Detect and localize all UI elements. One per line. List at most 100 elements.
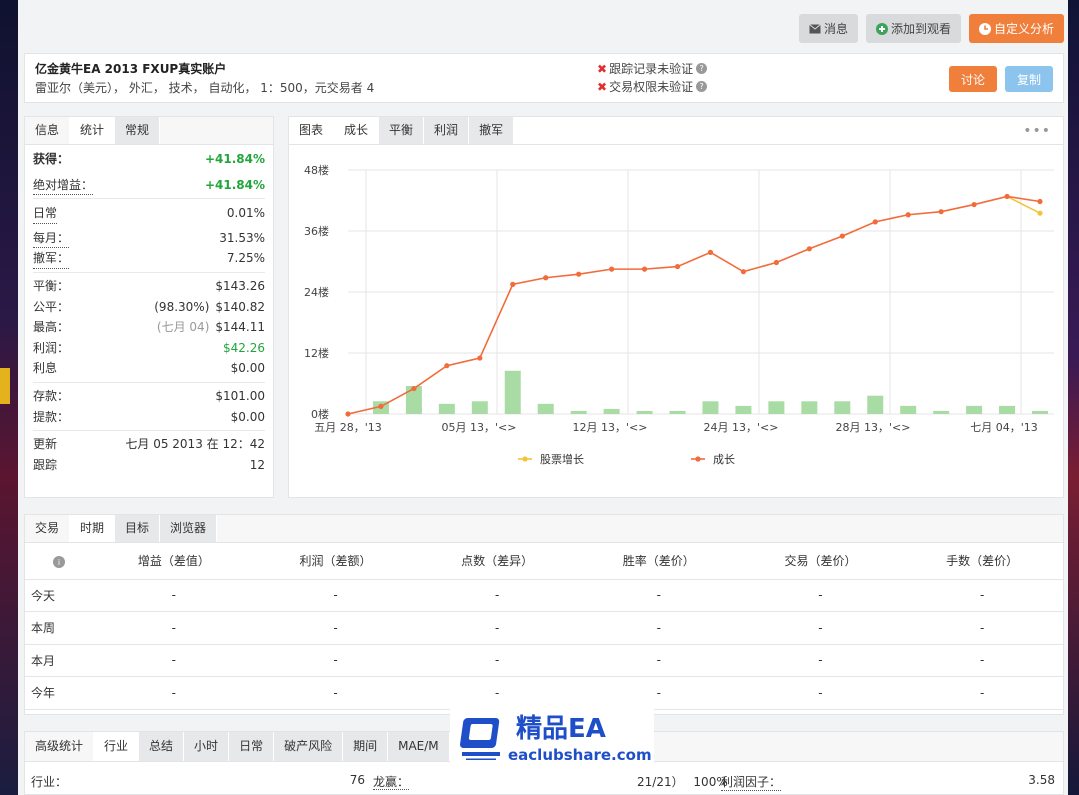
bar <box>438 403 455 414</box>
brand-logo <box>460 716 504 763</box>
cross-icon: ✖ <box>597 61 608 76</box>
bar <box>702 401 719 414</box>
profit-factor-value: 3.58 <box>1028 773 1055 787</box>
tab-trades[interactable]: 交易 <box>25 515 71 542</box>
period-panel: 交易 时期 目标 浏览器 i 增益（差值） 利润（差额） 点数（差异） 胜率（差… <box>24 514 1064 715</box>
table-cell: - <box>254 579 417 612</box>
x-tick-label: 28月 13，'<> <box>836 421 911 434</box>
tab-industry[interactable]: 行业 <box>94 732 140 761</box>
equity-percent: (98.30%) <box>154 299 210 314</box>
more-options-icon[interactable]: ••• <box>1023 123 1051 139</box>
tab-drawdown[interactable]: 撤军 <box>469 117 515 144</box>
data-point <box>1004 193 1010 200</box>
bar <box>735 405 752 414</box>
table-cell: - <box>901 676 1063 710</box>
tab-balance[interactable]: 平衡 <box>379 117 425 144</box>
data-point <box>576 271 582 277</box>
data-point <box>543 275 549 281</box>
row-label: 本月 <box>25 644 93 677</box>
envelope-icon <box>809 23 821 34</box>
tab-stats[interactable]: 统计 <box>70 117 116 144</box>
industry-value: 76 <box>349 773 365 787</box>
tab-general[interactable]: 常规 <box>115 117 161 144</box>
tab-profit[interactable]: 利润 <box>424 117 470 144</box>
bar <box>669 410 686 414</box>
tab-chart[interactable]: 图表 <box>289 117 335 144</box>
equity-label: 公平： <box>33 299 70 314</box>
table-cell: - <box>577 611 740 645</box>
gain-label: 获得： <box>33 152 70 166</box>
table-cell: - <box>416 579 578 612</box>
y-tick-label: 48楼 <box>304 163 329 177</box>
abs-gain-value: +41.84% <box>204 177 265 192</box>
bar <box>636 410 653 414</box>
data-point <box>378 403 384 409</box>
x-tick-label: 七月 04，'13 <box>970 421 1038 434</box>
data-point <box>707 249 714 255</box>
drawdown-label[interactable]: 撤军： <box>33 248 70 269</box>
custom-analysis-button[interactable]: 自定义分析 <box>968 14 1064 43</box>
data-point <box>510 281 516 287</box>
updated-value: 七月 05 2013 在 12：42 <box>125 437 265 452</box>
row-label: 今天 <box>25 579 93 612</box>
tab-summary[interactable]: 总结 <box>139 732 185 761</box>
x-tick-label: 24月 13，'<> <box>704 421 779 434</box>
table-row: 今天 - - - - - - <box>25 579 1063 612</box>
bar <box>867 395 884 414</box>
y-tick-label: 24楼 <box>304 285 329 299</box>
bar <box>504 370 521 414</box>
trading-privileges-status: ✖ 交易权限未验证 ? <box>597 78 708 95</box>
tab-advanced[interactable]: 高级统计 <box>25 732 95 761</box>
add-to-watch-button[interactable]: 添加到观看 <box>865 14 961 43</box>
abs-gain-label[interactable]: 绝对增益： <box>33 175 94 196</box>
highest-date: (七月 04) <box>156 320 210 335</box>
tab-duration[interactable]: 期间 <box>343 732 389 761</box>
copy-button[interactable]: 复制 <box>1004 66 1053 92</box>
tab-mae-mfe[interactable]: MAE/M <box>388 732 450 761</box>
profit-factor-label[interactable]: 利润因子： <box>721 773 782 791</box>
message-button[interactable]: 消息 <box>798 14 858 43</box>
tab-risk-of-ruin[interactable]: 破产风险 <box>274 732 344 761</box>
highest-value: $144.11 <box>215 320 265 335</box>
discuss-button[interactable]: 讨论 <box>948 66 997 92</box>
table-cell: - <box>739 611 902 645</box>
tab-daily[interactable]: 日常 <box>229 732 275 761</box>
tracking-value: 12 <box>249 457 265 472</box>
col-profit: 利润（差额） <box>254 543 417 580</box>
tab-growth[interactable]: 成长 <box>334 117 380 144</box>
data-point <box>477 355 483 361</box>
profit-value: $42.26 <box>223 340 265 355</box>
help-icon[interactable]: ? <box>696 63 708 74</box>
help-icon[interactable]: ? <box>696 81 708 92</box>
daily-label[interactable]: 日常 <box>33 203 58 224</box>
monthly-label[interactable]: 每月： <box>33 228 70 249</box>
legend-marker <box>695 456 701 462</box>
tab-info[interactable]: 信息 <box>25 117 71 144</box>
col-trades: 交易（差价） <box>739 543 902 580</box>
tab-goals[interactable]: 目标 <box>115 515 161 542</box>
data-point <box>1037 198 1043 205</box>
withdraw-value: $0.00 <box>230 409 265 424</box>
tab-periods[interactable]: 时期 <box>70 515 116 542</box>
tab-browser[interactable]: 浏览器 <box>160 515 218 542</box>
table-cell: - <box>254 611 417 645</box>
data-point <box>641 266 648 272</box>
data-point <box>411 385 417 392</box>
bar <box>1032 410 1048 414</box>
table-row: 本月 - - - - - - <box>25 644 1063 677</box>
data-point <box>905 212 911 218</box>
legend-marker <box>522 456 528 462</box>
bar <box>570 410 587 414</box>
table-cell: - <box>93 644 255 677</box>
account-header: 亿金黄牛EA 2013 FXUP真实账户 雷亚尔（美元）， 外汇， 技术， 自动… <box>24 53 1064 103</box>
table-cell: - <box>93 611 255 645</box>
info-icon[interactable]: i <box>53 556 65 568</box>
tab-hours[interactable]: 小时 <box>184 732 230 761</box>
message-label: 消息 <box>823 22 848 36</box>
col-lots: 手数（差价） <box>901 543 1063 580</box>
table-row: 本周 - - - - - - <box>25 611 1063 645</box>
table-cell: - <box>254 676 417 710</box>
long-win-label[interactable]: 龙赢： <box>373 775 410 790</box>
data-point <box>1037 210 1043 216</box>
table-cell: - <box>901 611 1063 645</box>
